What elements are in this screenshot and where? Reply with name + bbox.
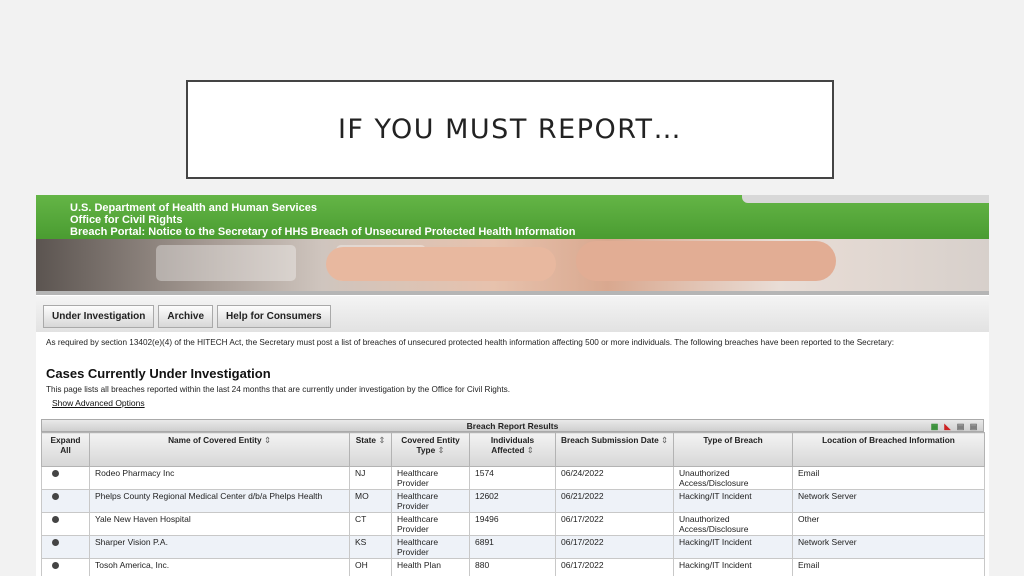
table-cell: Healthcare Provider bbox=[391, 535, 470, 559]
sort-icon[interactable]: ⇕ bbox=[438, 445, 445, 455]
table-cell: Health Plan bbox=[391, 558, 470, 576]
expand-cell bbox=[41, 512, 90, 536]
table-cell: 1574 bbox=[469, 466, 556, 490]
table-cell: 06/17/2022 bbox=[555, 535, 674, 559]
table-row: Yale New Haven Hospital CT Healthcare Prov… bbox=[41, 512, 985, 536]
csv-icon[interactable]: ▤ bbox=[955, 421, 966, 432]
banner-department: U.S. Department of Health and Human Serv… bbox=[70, 202, 317, 214]
table-cell: Network Server bbox=[792, 489, 985, 513]
table-cell: CT bbox=[349, 512, 392, 536]
column-header-4[interactable]: Individuals Affected ⇕ bbox=[469, 432, 556, 467]
table-cell: 19496 bbox=[469, 512, 556, 536]
pdf-icon[interactable]: ◣ bbox=[942, 421, 953, 432]
table-cell: OH bbox=[349, 558, 392, 576]
sort-icon[interactable]: ⇕ bbox=[378, 435, 385, 445]
column-header-label: Breach Submission Date bbox=[560, 435, 659, 445]
table-cell: Rodeo Pharmacy Inc bbox=[89, 466, 350, 490]
table-cell: 06/17/2022 bbox=[555, 512, 674, 536]
table-row: Rodeo Pharmacy Inc NJ Healthcare Provider 1… bbox=[41, 466, 985, 490]
page-heading: Cases Currently Under Investigation bbox=[46, 366, 271, 381]
intro-text: As required by section 13402(e)(4) of th… bbox=[46, 338, 895, 347]
column-header-label: Covered Entity Type bbox=[401, 435, 460, 455]
expand-row-icon[interactable] bbox=[52, 470, 59, 477]
table-cell: 06/21/2022 bbox=[555, 489, 674, 513]
tab-help-for-consumers[interactable]: Help for Consumers bbox=[217, 305, 331, 328]
slide-title-box: IF YOU MUST REPORT… bbox=[186, 80, 834, 179]
column-header-2[interactable]: State ⇕ bbox=[349, 432, 392, 467]
table-cell: Unauthorized Access/Disclosure bbox=[673, 512, 793, 536]
table-cell: Tosoh America, Inc. bbox=[89, 558, 350, 576]
table-cell: Healthcare Provider bbox=[391, 466, 470, 490]
table-cell: Hacking/IT Incident bbox=[673, 489, 793, 513]
xml-icon[interactable]: ▤ bbox=[968, 421, 979, 432]
column-header-label: Location of Breached Information bbox=[822, 435, 955, 445]
table-cell: Email bbox=[792, 558, 985, 576]
table-cell: 06/17/2022 bbox=[555, 558, 674, 576]
column-header-label: Name of Covered Entity bbox=[168, 435, 262, 445]
expand-row-icon[interactable] bbox=[52, 562, 59, 569]
table-cell: 6891 bbox=[469, 535, 556, 559]
results-caption: Breach Report Results bbox=[466, 421, 559, 431]
breach-results-table: Expand All Name of Covered Entity ⇕ State … bbox=[41, 432, 985, 576]
column-header-1[interactable]: Name of Covered Entity ⇕ bbox=[89, 432, 350, 467]
table-cell: Hacking/IT Incident bbox=[673, 535, 793, 559]
table-cell: Sharper Vision P.A. bbox=[89, 535, 350, 559]
column-header-label: Type of Breach bbox=[703, 435, 763, 445]
tab-archive[interactable]: Archive bbox=[158, 305, 214, 328]
table-cell: NJ bbox=[349, 466, 392, 490]
divider-strip bbox=[36, 291, 989, 295]
table-row: Tosoh America, Inc. OH Health Plan 880 06/17… bbox=[41, 558, 985, 576]
hhs-banner: U.S. Department of Health and Human Serv… bbox=[36, 195, 989, 239]
keyboard-hands-photo bbox=[36, 239, 989, 291]
page-subtext: This page lists all breaches reported wi… bbox=[46, 385, 511, 394]
column-header-6: Type of Breach bbox=[673, 432, 793, 467]
nav-bar: Under Investigation Archive Help for Con… bbox=[36, 296, 989, 332]
expand-cell bbox=[41, 558, 90, 576]
column-header-0[interactable]: Expand All bbox=[41, 432, 90, 467]
column-header-7: Location of Breached Information bbox=[792, 432, 985, 467]
banner-portal-title: Breach Portal: Notice to the Secretary o… bbox=[70, 226, 576, 238]
table-row: Sharper Vision P.A. KS Healthcare Provider… bbox=[41, 535, 985, 559]
table-header-row: Expand All Name of Covered Entity ⇕ State … bbox=[41, 432, 985, 467]
table-cell: KS bbox=[349, 535, 392, 559]
table-cell: 06/24/2022 bbox=[555, 466, 674, 490]
expand-row-icon[interactable] bbox=[52, 516, 59, 523]
breach-portal-screenshot: U.S. Department of Health and Human Serv… bbox=[36, 195, 989, 576]
table-cell: Network Server bbox=[792, 535, 985, 559]
table-cell: Email bbox=[792, 466, 985, 490]
table-cell: Yale New Haven Hospital bbox=[89, 512, 350, 536]
table-cell: Hacking/IT Incident bbox=[673, 558, 793, 576]
expand-row-icon[interactable] bbox=[52, 539, 59, 546]
table-cell: Unauthorized Access/Disclosure bbox=[673, 466, 793, 490]
table-row: Phelps County Regional Medical Center d/… bbox=[41, 489, 985, 513]
sort-icon[interactable]: ⇕ bbox=[661, 435, 668, 445]
column-header-label: State bbox=[355, 435, 377, 445]
tab-under-investigation[interactable]: Under Investigation bbox=[43, 305, 155, 328]
table-cell: MO bbox=[349, 489, 392, 513]
banner-office: Office for Civil Rights bbox=[70, 214, 183, 226]
show-advanced-options-link[interactable]: Show Advanced Options bbox=[52, 398, 145, 408]
sort-icon[interactable]: ⇕ bbox=[264, 435, 271, 445]
table-cell: Healthcare Provider bbox=[391, 489, 470, 513]
table-cell: 880 bbox=[469, 558, 556, 576]
expand-cell bbox=[41, 535, 90, 559]
table-cell: Phelps County Regional Medical Center d/… bbox=[89, 489, 350, 513]
expand-cell bbox=[41, 489, 90, 513]
table-cell: 12602 bbox=[469, 489, 556, 513]
column-header-label: Expand All bbox=[50, 435, 81, 455]
column-header-3[interactable]: Covered Entity Type ⇕ bbox=[391, 432, 470, 467]
expand-cell bbox=[41, 466, 90, 490]
sort-icon[interactable]: ⇕ bbox=[527, 445, 534, 455]
expand-row-icon[interactable] bbox=[52, 493, 59, 500]
excel-icon[interactable]: ▦ bbox=[929, 421, 940, 432]
column-header-5[interactable]: Breach Submission Date ⇕ bbox=[555, 432, 674, 467]
table-cell: Healthcare Provider bbox=[391, 512, 470, 536]
results-caption-bar: Breach Report Results ▦ ◣ ▤ ▤ bbox=[41, 419, 984, 432]
table-cell: Other bbox=[792, 512, 985, 536]
slide-title: IF YOU MUST REPORT… bbox=[337, 114, 683, 145]
browser-topbar bbox=[742, 195, 989, 203]
